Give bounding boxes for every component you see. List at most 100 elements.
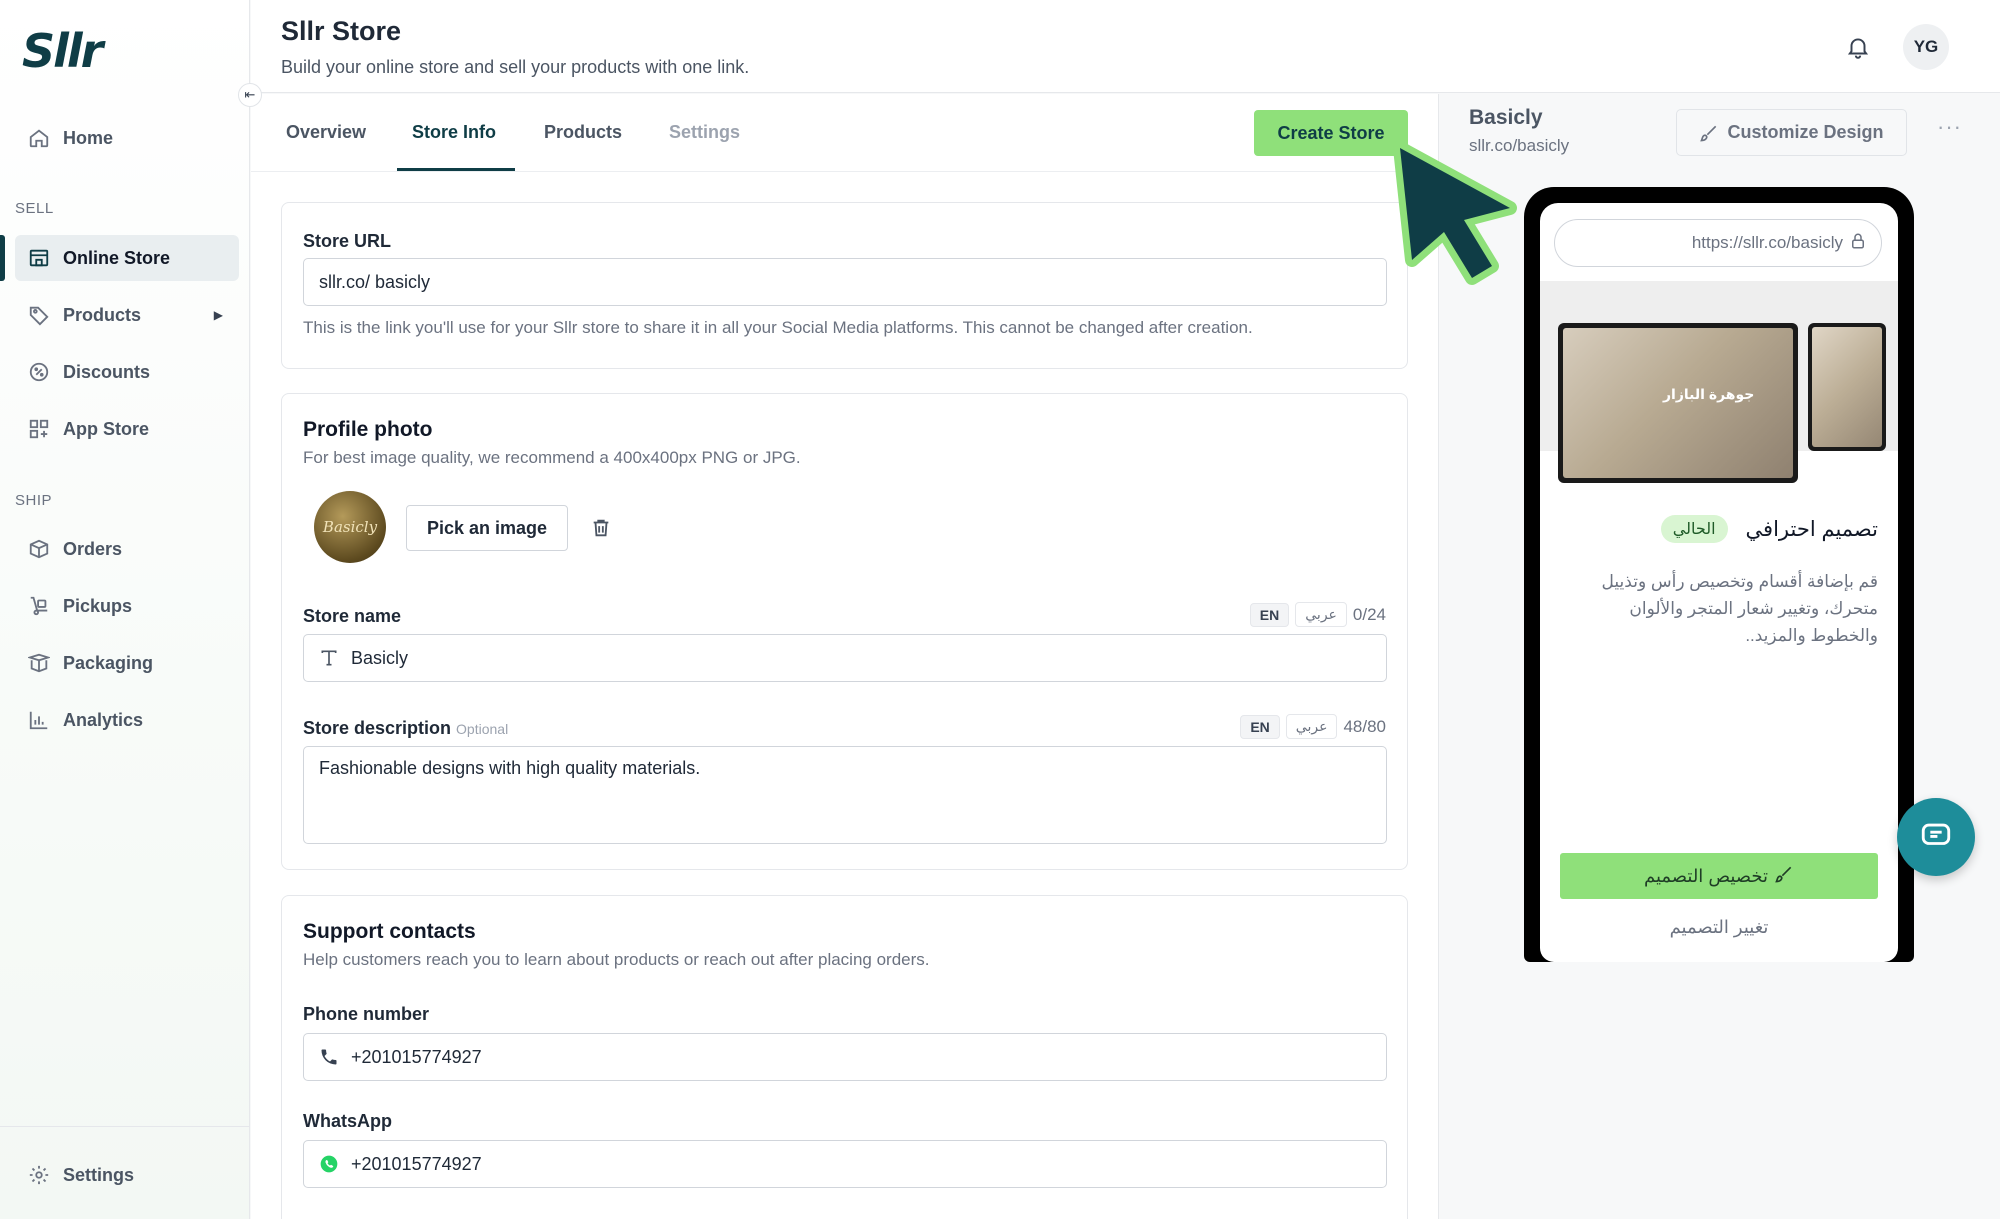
sidebar-item-settings[interactable]: Settings bbox=[15, 1152, 239, 1198]
phone-value: +201015774927 bbox=[351, 1046, 482, 1067]
store-description-label: Store description Optional bbox=[303, 718, 508, 739]
tab-overview[interactable]: Overview bbox=[286, 122, 366, 143]
tab-store-info[interactable]: Store Info bbox=[412, 122, 496, 143]
chat-icon bbox=[1919, 818, 1953, 857]
brush-icon bbox=[1699, 123, 1719, 143]
store-description-lang-row: EN عربي 48/80 bbox=[1240, 714, 1386, 739]
whatsapp-label: WhatsApp bbox=[303, 1111, 392, 1131]
text-type-icon bbox=[319, 648, 339, 668]
sidebar-divider bbox=[0, 1126, 250, 1127]
current-theme-badge: الحالي bbox=[1660, 515, 1728, 543]
sidebar-item-discounts[interactable]: Discounts bbox=[15, 349, 239, 395]
store-name-input[interactable]: Basicly bbox=[303, 634, 1387, 682]
sidebar-item-app-store[interactable]: App Store bbox=[15, 406, 239, 452]
sidebar-item-packaging[interactable]: Packaging bbox=[15, 640, 239, 686]
tab-settings[interactable]: Settings bbox=[669, 122, 740, 143]
store-description-label-text: Store description bbox=[303, 718, 452, 738]
whatsapp-input[interactable]: +201015774927 bbox=[303, 1140, 1387, 1188]
store-description-textarea[interactable]: Fashionable designs with high quality ma… bbox=[303, 746, 1387, 844]
phone-icon bbox=[319, 1047, 339, 1067]
discount-icon bbox=[27, 360, 51, 384]
ship-section-label: SHIP bbox=[15, 492, 53, 509]
support-contacts-help: Help customers reach you to learn about … bbox=[303, 950, 930, 969]
lang-en-chip[interactable]: EN bbox=[1240, 714, 1280, 739]
sidebar-item-label: Pickups bbox=[63, 595, 133, 616]
bar-chart-icon bbox=[27, 708, 51, 732]
gear-icon bbox=[27, 1163, 51, 1187]
bell-icon[interactable] bbox=[1845, 34, 1871, 65]
home-icon bbox=[27, 126, 51, 150]
profile-photo: Basicly bbox=[314, 491, 386, 563]
theme-description: قم بإضافة أقسام وتخصيص رأس وتذييل متحرك،… bbox=[1601, 572, 1878, 645]
phone-url-text: https://sllr.co/basicly bbox=[1691, 233, 1843, 252]
store-name-value: Basicly bbox=[351, 647, 409, 668]
store-url-label: Store URL bbox=[303, 231, 392, 251]
preview-store-name: Basicly bbox=[1469, 106, 1543, 129]
sidebar-item-label: Packaging bbox=[63, 652, 154, 673]
sidebar-item-pickups[interactable]: Pickups bbox=[15, 583, 239, 629]
avatar[interactable]: YG bbox=[1903, 24, 1949, 70]
collapse-sidebar-button[interactable]: ⇤ bbox=[238, 83, 262, 107]
theme-preview-image: جوهرة البازار bbox=[1540, 281, 1898, 483]
lang-ar-chip[interactable]: عربي bbox=[1285, 714, 1338, 739]
sidebar-item-online-store[interactable]: Online Store bbox=[0, 235, 239, 281]
page-header: Sllr Store Build your online store and s… bbox=[251, 0, 2000, 93]
store-name-lang-row: EN عربي 0/24 bbox=[1249, 602, 1386, 627]
page-subtitle: Build your online store and sell your pr… bbox=[281, 57, 750, 77]
support-contacts-title: Support contacts bbox=[303, 920, 476, 943]
profile-photo-help: For best image quality, we recommend a 4… bbox=[303, 448, 801, 467]
customize-design-label: Customize Design bbox=[1727, 122, 1884, 142]
sidebar-item-products[interactable]: Products ▶ bbox=[15, 292, 239, 338]
profile-photo-title: Profile photo bbox=[303, 418, 433, 441]
sidebar-item-home[interactable]: Home bbox=[15, 115, 239, 161]
main-content: Overview Store Info Products Settings Cr… bbox=[251, 94, 1438, 1219]
customize-design-ar-label: تخصيص التصميم bbox=[1643, 865, 1769, 886]
store-url-value: sllr.co/ basicly bbox=[319, 271, 431, 292]
chat-button[interactable] bbox=[1897, 798, 1975, 876]
sllr-logo[interactable]: Sllr bbox=[22, 24, 103, 78]
change-design-link[interactable]: تغيير التصميم bbox=[1540, 917, 1898, 938]
pick-image-button[interactable]: Pick an image bbox=[406, 505, 568, 551]
lang-ar-chip[interactable]: عربي bbox=[1295, 602, 1347, 627]
create-store-button[interactable]: Create Store bbox=[1254, 110, 1408, 156]
sidebar-item-label: Orders bbox=[63, 538, 123, 559]
dolly-icon bbox=[27, 594, 51, 618]
theme-name: تصميم احترافي bbox=[1745, 517, 1878, 541]
phone-preview-frame: https://sllr.co/basicly جوهرة البازار تص… bbox=[1524, 187, 1914, 962]
phone-screen: https://sllr.co/basicly جوهرة البازار تص… bbox=[1540, 203, 1898, 962]
char-counter: 0/24 bbox=[1352, 604, 1386, 624]
lang-en-chip[interactable]: EN bbox=[1249, 602, 1290, 627]
more-options-icon[interactable]: ··· bbox=[1937, 114, 1962, 140]
phone-label: Phone number bbox=[303, 1004, 430, 1024]
apps-grid-icon bbox=[27, 417, 51, 441]
phone-input[interactable]: +201015774927 bbox=[303, 1033, 1387, 1081]
sidebar-item-analytics[interactable]: Analytics bbox=[15, 697, 239, 743]
sidebar-item-label: Products bbox=[63, 304, 142, 325]
tab-products[interactable]: Products bbox=[544, 122, 622, 143]
store-url-help: This is the link you'll use for your Sll… bbox=[303, 318, 1253, 337]
mobile-mockup bbox=[1808, 323, 1886, 451]
sidebar-item-orders[interactable]: Orders bbox=[15, 526, 239, 572]
trash-icon[interactable] bbox=[590, 516, 612, 545]
store-icon bbox=[27, 246, 51, 270]
profile-card: Profile photo For best image quality, we… bbox=[281, 393, 1408, 870]
sidebar-item-label: Online Store bbox=[63, 247, 171, 268]
sidebar-item-label: Home bbox=[63, 127, 114, 148]
customize-design-button[interactable]: Customize Design bbox=[1676, 109, 1907, 156]
active-tab-indicator bbox=[397, 168, 515, 171]
tab-bar: Overview Store Info Products Settings Cr… bbox=[251, 94, 1438, 172]
sidebar: Sllr Home SELL Online Store Products ▶ D… bbox=[0, 0, 250, 1219]
profile-photo-text: Basicly bbox=[322, 518, 378, 536]
cursor-pointer-icon bbox=[1392, 140, 1522, 295]
char-counter: 48/80 bbox=[1343, 716, 1386, 736]
customize-design-ar-button[interactable]: تخصيص التصميم bbox=[1560, 853, 1878, 899]
store-url-card: Store URL sllr.co/ basicly This is the l… bbox=[281, 202, 1408, 369]
sidebar-item-label: Discounts bbox=[63, 361, 151, 382]
caret-right-icon[interactable]: ▶ bbox=[214, 308, 223, 322]
package-open-icon bbox=[27, 651, 51, 675]
theme-title-row: تصميم احترافي الحالي bbox=[1660, 515, 1878, 543]
mockup-text: جوهرة البازار bbox=[1663, 386, 1755, 402]
whatsapp-icon bbox=[319, 1154, 339, 1174]
phone-url-bar: https://sllr.co/basicly bbox=[1554, 219, 1882, 267]
store-url-input[interactable]: sllr.co/ basicly bbox=[303, 258, 1387, 306]
